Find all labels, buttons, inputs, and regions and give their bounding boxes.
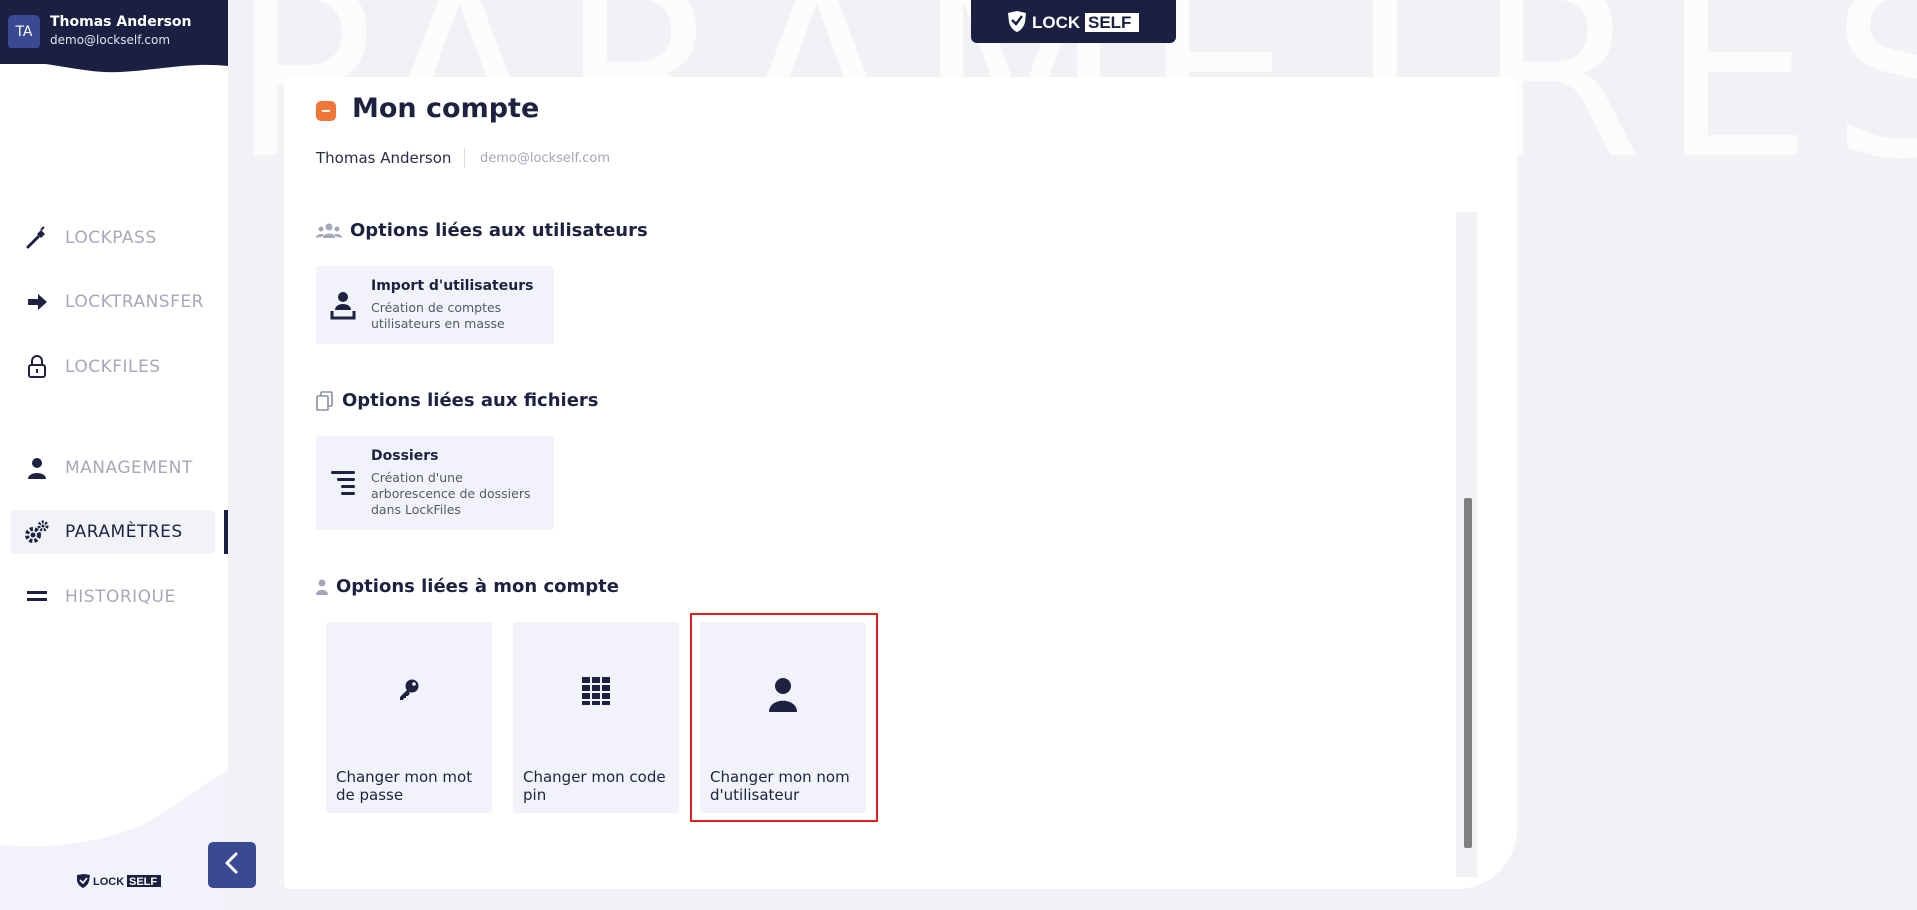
pen-key-icon	[23, 226, 51, 250]
section-account-header: Options liées à mon compte	[316, 576, 619, 597]
card-title: Import d'utilisateurs	[371, 278, 534, 294]
sidebar: TA Thomas Anderson demo@lockself.com LOC…	[0, 0, 228, 910]
tile-label: Changer mon mot de passe	[336, 768, 473, 804]
divider	[464, 148, 465, 168]
active-indicator	[224, 510, 228, 554]
nav-label: LOCKTRANSFER	[65, 292, 204, 312]
header-wave-decoration	[0, 48, 228, 73]
lockself-logo-small: LOCK SELF	[75, 872, 163, 894]
key-icon	[326, 677, 492, 703]
section-files-header: Options liées aux fichiers	[316, 390, 599, 411]
account-title-icon	[316, 101, 336, 121]
user-name: Thomas Anderson	[50, 14, 192, 30]
import-users-card[interactable]: Import d'utilisateurs Création de compte…	[316, 266, 554, 344]
page-title: Mon compte	[352, 93, 540, 124]
section-title: Options liées aux fichiers	[342, 390, 599, 411]
users-group-icon	[316, 223, 342, 239]
keypad-icon	[513, 677, 679, 705]
arrow-right-icon	[23, 292, 51, 312]
svg-text:LOCK: LOCK	[1032, 13, 1081, 32]
avatar: TA	[8, 15, 40, 49]
folder-tree-icon	[330, 470, 356, 496]
section-title: Options liées aux utilisateurs	[350, 220, 648, 241]
user-icon	[700, 677, 866, 713]
nav-label: LOCKFILES	[65, 357, 161, 377]
user-email: demo@lockself.com	[50, 33, 171, 47]
gears-icon	[23, 519, 51, 545]
padlock-icon	[23, 355, 51, 379]
collapse-sidebar-button[interactable]	[208, 842, 256, 888]
nav-item-parametres[interactable]: PARAMÈTRES	[11, 510, 215, 554]
lockself-logo: LOCK SELF	[971, 0, 1176, 43]
change-password-tile[interactable]: Changer mon mot de passe	[326, 622, 492, 813]
svg-text:SELF: SELF	[1088, 13, 1131, 32]
list-icon	[23, 590, 51, 604]
nav-label: HISTORIQUE	[65, 587, 176, 607]
user-small-icon	[316, 579, 328, 595]
nav-item-lockfiles[interactable]: LOCKFILES	[11, 345, 215, 389]
account-email: demo@lockself.com	[480, 151, 611, 166]
section-users-header: Options liées aux utilisateurs	[316, 220, 648, 241]
svg-text:SELF: SELF	[129, 876, 157, 888]
svg-text:LOCK: LOCK	[93, 876, 124, 888]
card-description: Création de comptes utilisateurs en mass…	[371, 300, 505, 331]
main-panel: Mon compte Thomas Anderson demo@lockself…	[284, 77, 1517, 889]
tile-label: Changer mon code pin	[523, 768, 666, 804]
user-icon	[23, 457, 51, 479]
nav-label: LOCKPASS	[65, 228, 157, 248]
nav-item-management[interactable]: MANAGEMENT	[11, 446, 215, 490]
nav-label: PARAMÈTRES	[65, 522, 183, 542]
nav-item-historique[interactable]: HISTORIQUE	[11, 575, 215, 619]
files-icon	[316, 390, 334, 411]
change-pin-tile[interactable]: Changer mon code pin	[513, 622, 679, 813]
card-title: Dossiers	[371, 448, 439, 464]
card-description: Création d'une arborescence de dossiers …	[371, 470, 531, 517]
scrollbar-thumb[interactable]	[1464, 498, 1472, 848]
change-username-tile[interactable]: Changer mon nom d'utilisateur	[700, 622, 866, 813]
tile-label: Changer mon nom d'utilisateur	[710, 768, 850, 804]
section-title: Options liées à mon compte	[336, 576, 619, 597]
nav-item-locktransfer[interactable]: LOCKTRANSFER	[11, 280, 215, 324]
chevron-left-icon	[224, 852, 240, 878]
account-name: Thomas Anderson	[316, 149, 452, 167]
user-import-icon	[330, 290, 356, 320]
nav-label: MANAGEMENT	[65, 458, 193, 478]
nav-item-lockpass[interactable]: LOCKPASS	[11, 216, 215, 260]
folders-card[interactable]: Dossiers Création d'une arborescence de …	[316, 436, 554, 530]
